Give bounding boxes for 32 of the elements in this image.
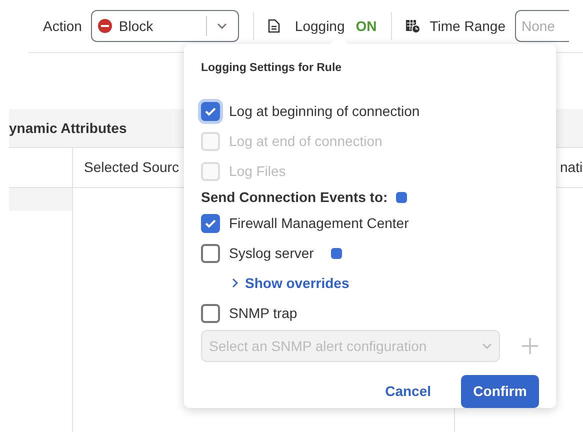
checkbox-label: Firewall Management Center	[229, 214, 409, 233]
checkmark-icon	[205, 218, 216, 228]
column-header: ynamic Attributes	[9, 118, 127, 138]
popover-title: Logging Settings for Rule	[201, 61, 343, 76]
checkbox[interactable]	[201, 102, 220, 121]
row-background	[9, 188, 72, 211]
checkbox-label: Syslog server	[229, 244, 314, 263]
chevron-icon	[232, 278, 238, 288]
action-label: Action	[43, 16, 82, 36]
checkbox-label: Log at beginning of connection	[229, 102, 420, 121]
checkbox-label: Log Files	[229, 162, 286, 181]
info-icon	[396, 192, 407, 203]
logging-status: ON	[356, 16, 377, 36]
block-icon	[98, 19, 112, 33]
show-overrides-link[interactable]: Show overrides	[232, 268, 350, 298]
logging-label: Logging	[294, 16, 345, 36]
time-range-label: Time Range	[430, 16, 506, 36]
checkbox-label: SNMP trap	[229, 304, 298, 323]
checkbox[interactable]	[201, 304, 220, 323]
section-title: Send Connection Events to:	[201, 188, 388, 207]
action-dropdown[interactable]: Block	[90, 10, 239, 42]
calendar-clock-icon	[406, 19, 420, 33]
time-range-field[interactable]: None	[514, 10, 568, 42]
checkbox[interactable]	[201, 244, 220, 263]
cancel-button[interactable]: Cancel	[361, 375, 455, 408]
checkbox-label: Log at end of connection	[229, 132, 382, 151]
checkbox[interactable]	[201, 214, 220, 233]
caret-icon	[482, 343, 492, 350]
confirm-button[interactable]: Confirm	[461, 375, 539, 408]
caret-icon	[217, 23, 228, 29]
document-icon	[268, 19, 280, 33]
checkmark-icon	[205, 106, 216, 116]
